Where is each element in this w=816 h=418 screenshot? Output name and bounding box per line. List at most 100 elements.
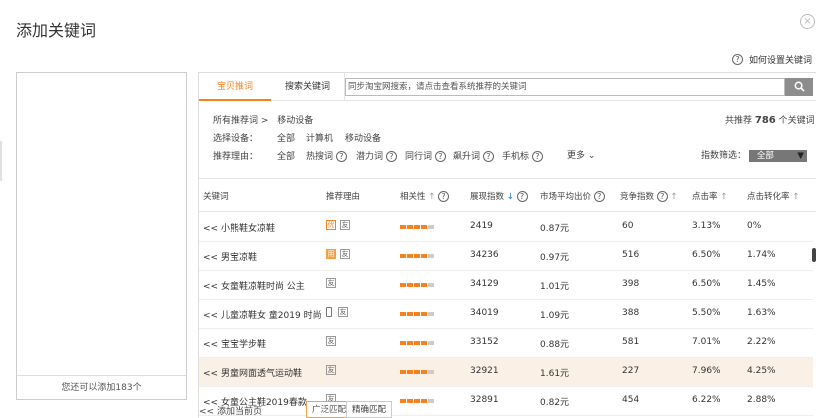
table-row[interactable]: << 小熊鞋女凉鞋 2419 0.87元 60 3.13% 0% 优友 [199,213,813,242]
tab-search-keywords[interactable]: 搜索关键词 [271,73,345,101]
reason-badge: 用 [326,249,336,259]
exact-match-button[interactable]: 精确匹配 [346,401,393,418]
competition-cell: 388 [622,308,640,318]
relevance-segment [414,225,420,229]
sort-down-icon: ↓ [506,192,514,202]
relevance-segment [421,225,427,229]
reason-option-mobile[interactable]: 手机标 ? [502,149,543,162]
cvr-cell: 2.88% [747,395,776,405]
sort-icon: ↑ [720,192,728,202]
relevance-segment [428,370,434,374]
search-input[interactable]: 同步淘宝网搜索，请点击查看系统推荐的关键词 [345,78,785,96]
reason-option-hot[interactable]: 热搜词 ? [306,149,347,162]
scrollbar-thumb[interactable] [812,248,816,262]
relevance-segment [407,225,413,229]
table-row[interactable]: << 男宝凉鞋 34236 0.97元 516 6.50% 1.74% 用友 [199,242,813,271]
competition-cell: 454 [622,395,640,405]
reason-option-potential[interactable]: 潜力词 ? [356,149,397,162]
dialog-title: 添加关键词 [16,21,97,40]
impressions-cell: 34236 [470,250,499,260]
index-filter-select[interactable]: 全部 ▼ [748,150,807,162]
help-link[interactable]: ? 如何设置关键词 [731,53,812,66]
close-icon[interactable]: × [800,14,815,29]
recommend-summary: 共推荐 786 个关键词 [725,113,815,126]
col-avg-bid[interactable]: 市场平均出价 ? [540,190,605,202]
table-row[interactable]: << 女童鞋凉鞋时尚 公主 34129 1.01元 398 6.50% 1.45% 友 [199,271,813,300]
help-link-label: 如何设置关键词 [748,56,812,66]
relevance-segment [414,370,420,374]
relevance-segment [421,312,427,316]
impressions-cell: 34129 [470,279,499,289]
reason-option-all[interactable]: 全部 [277,149,295,162]
chevron-down-icon: ⌄ [587,151,596,161]
help-icon: ? [335,151,347,162]
keyword-cell[interactable]: << 宝宝学步鞋 [203,337,266,350]
col-relevance[interactable]: 相关性 ↑ ? [400,190,450,202]
sort-icon: ↑ [670,192,678,202]
search-button[interactable] [785,78,813,96]
relevance-segment [421,254,427,258]
recommend-panel: 宝贝推词 搜索关键词 同步淘宝网搜索，请点击查看系统推荐的关键词 所有推荐词 >… [198,72,816,418]
cvr-cell: 4.25% [747,366,776,376]
breadcrumb-current: 移动设备 [277,116,314,126]
relevance-bar [400,370,438,374]
device-option-mobile[interactable]: 移动设备 [345,131,381,144]
relevance-segment [407,312,413,316]
col-ctr[interactable]: 点击率 ↑ [692,190,727,202]
reason-option-rising[interactable]: 飙升词 ? [453,149,494,162]
more-filters-button[interactable]: 更多 ⌄ [567,148,595,161]
add-current-page-button[interactable]: << 添加当前页 [199,404,262,417]
sort-icon: ↑ [428,192,436,202]
keyword-cell[interactable]: << 男宝凉鞋 [203,250,257,263]
keyword-cell[interactable]: << 小熊鞋女凉鞋 [203,221,275,234]
avg-bid-cell: 1.09元 [540,311,570,321]
col-impressions[interactable]: 展现指数 ↓ ? [470,190,528,202]
ctr-cell: 7.96% [692,366,721,376]
competition-cell: 398 [622,279,640,289]
tab-item-recommend[interactable]: 宝贝推词 [199,73,271,101]
cvr-cell: 1.45% [747,279,776,289]
relevance-segment [428,341,434,345]
device-option-computer[interactable]: 计算机 [306,131,333,144]
relevance-segment [407,370,413,374]
relevance-segment [400,312,406,316]
device-option-all[interactable]: 全部 [277,131,295,144]
summary-prefix: 共推荐 [725,116,753,126]
relevance-segment [407,283,413,287]
col-competition[interactable]: 竞争指数 ? ↑ [620,190,678,202]
relevance-segment [414,283,420,287]
reason-option-peer[interactable]: 同行词 ? [405,149,446,162]
device-filter-label: 选择设备： [213,134,259,144]
col-ctr-label: 点击率 [692,192,718,202]
keyword-cell[interactable]: << 儿童凉鞋女 童2019 时尚 [203,308,322,321]
avg-bid-cell: 1.01元 [540,282,570,292]
reason-badge: 友 [340,220,350,230]
question-icon: ? [731,54,743,65]
relevance-segment [414,254,420,258]
relevance-bar [400,254,438,258]
table-row[interactable]: << 男童网面透气运动鞋 32921 1.61元 227 7.96% 4.25% 友 [199,358,813,387]
breadcrumb-root[interactable]: 所有推荐词 > [213,116,268,126]
relevance-segment [428,312,434,316]
reason-option-hot-label: 热搜词 [306,152,334,162]
relevance-segment [428,254,434,258]
help-icon: ? [482,151,494,162]
col-cvr[interactable]: 点击转化率 ↑ [747,190,799,202]
impressions-cell: 32921 [470,366,499,376]
summary-suffix: 个关键词 [778,116,815,126]
relevance-bar [400,312,438,316]
reason-badge: 友 [326,278,336,288]
reason-cell: 友 [326,336,340,347]
keyword-cell[interactable]: << 女童鞋凉鞋时尚 公主 [203,279,305,292]
col-relevance-label: 相关性 [400,192,426,202]
relevance-segment [421,341,427,345]
table-row[interactable]: << 儿童凉鞋女 童2019 时尚 34019 1.09元 388 5.50% 1.63%… [199,300,813,329]
reason-option-mobile-label: 手机标 [502,152,530,162]
relevance-segment [414,341,420,345]
relevance-bar [400,283,438,287]
reason-filter-label: 推荐理由： [213,152,259,162]
summary-count: 786 [754,115,776,126]
table-row[interactable]: << 宝宝学步鞋 33152 0.88元 581 7.01% 2.22% 友 [199,329,813,358]
window-edge-bar [0,141,2,181]
keyword-cell[interactable]: << 男童网面透气运动鞋 [203,366,302,379]
